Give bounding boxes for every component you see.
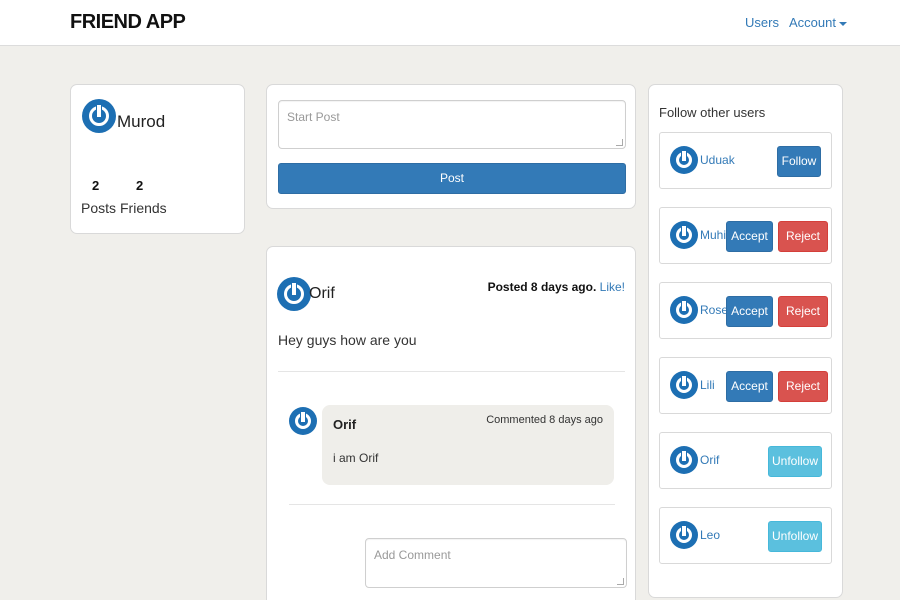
post-body: Hey guys how are you <box>278 332 417 348</box>
post-input-placeholder: Start Post <box>287 110 340 124</box>
post-composer: Start Post Post <box>266 84 636 209</box>
caret-down-icon <box>838 21 847 26</box>
avatar-icon <box>670 521 698 549</box>
reject-button[interactable]: Reject <box>778 371 828 402</box>
post-author: Orif <box>309 285 335 302</box>
friends-count: 2 <box>136 178 144 193</box>
comment-text: i am Orif <box>333 451 379 465</box>
follow-users-panel: Follow other users Uduak Follow Muhi Acc… <box>648 84 843 598</box>
user-name-link[interactable]: Orif <box>700 453 719 467</box>
accept-button[interactable]: Accept <box>726 371 773 402</box>
reject-button[interactable]: Reject <box>778 296 828 327</box>
post-button[interactable]: Post <box>278 163 626 194</box>
user-row: Leo Unfollow <box>659 507 832 564</box>
resize-handle-icon[interactable] <box>617 578 624 585</box>
unfollow-button[interactable]: Unfollow <box>768 521 822 552</box>
post-meta: Posted 8 days ago. Like! <box>488 280 625 294</box>
accept-button[interactable]: Accept <box>726 221 773 252</box>
like-link[interactable]: Like! <box>600 280 625 294</box>
avatar-icon <box>670 146 698 174</box>
comment-input[interactable]: Add Comment <box>365 538 627 588</box>
profile-card: Murod 2 Posts 2 Friends <box>70 84 245 234</box>
user-name-link[interactable]: Lili <box>700 378 715 392</box>
posts-label: Posts <box>81 200 117 216</box>
post-divider <box>278 371 625 372</box>
user-name-link[interactable]: Leo <box>700 528 720 542</box>
feed-post: Orif Posted 8 days ago. Like! Hey guys h… <box>266 246 636 600</box>
post-input[interactable]: Start Post <box>278 100 626 149</box>
post-timestamp: Posted 8 days ago. <box>487 280 597 294</box>
comment-author: Orif <box>333 417 357 432</box>
unfollow-button[interactable]: Unfollow <box>768 446 822 477</box>
comment-divider <box>289 504 615 505</box>
user-name-link[interactable]: Muhi <box>700 228 726 242</box>
comment-bubble: Orif Commented 8 days ago i am Orif <box>322 405 614 485</box>
avatar-icon <box>670 296 698 324</box>
user-row: Uduak Follow <box>659 132 832 189</box>
avatar-icon <box>670 371 698 399</box>
comment-timestamp: Commented 8 days ago <box>486 414 603 426</box>
posts-count: 2 <box>92 178 100 193</box>
top-navbar: FRIEND APP Users Account <box>0 0 900 46</box>
user-row: Rose Accept Reject <box>659 282 832 339</box>
user-name-link[interactable]: Uduak <box>700 153 735 167</box>
user-row: Orif Unfollow <box>659 432 832 489</box>
user-name-link[interactable]: Rose <box>700 303 728 317</box>
user-row: Muhi Accept Reject <box>659 207 832 264</box>
accept-button[interactable]: Accept <box>726 296 773 327</box>
follow-panel-title: Follow other users <box>659 105 766 120</box>
friends-label: Friends <box>120 200 167 216</box>
nav-account-label: Account <box>789 15 836 30</box>
avatar-icon <box>82 99 116 133</box>
avatar-icon <box>277 277 311 311</box>
comment-input-placeholder: Add Comment <box>374 548 451 562</box>
avatar-icon <box>670 221 698 249</box>
nav-account-dropdown[interactable]: Account <box>789 15 847 30</box>
nav-users-link[interactable]: Users <box>745 15 779 30</box>
user-row: Lili Accept Reject <box>659 357 832 414</box>
reject-button[interactable]: Reject <box>778 221 828 252</box>
avatar-icon <box>289 407 317 435</box>
resize-handle-icon[interactable] <box>616 139 623 146</box>
follow-button[interactable]: Follow <box>777 146 821 177</box>
profile-name: Murod <box>117 112 166 131</box>
app-brand[interactable]: FRIEND APP <box>70 11 186 34</box>
avatar-icon <box>670 446 698 474</box>
